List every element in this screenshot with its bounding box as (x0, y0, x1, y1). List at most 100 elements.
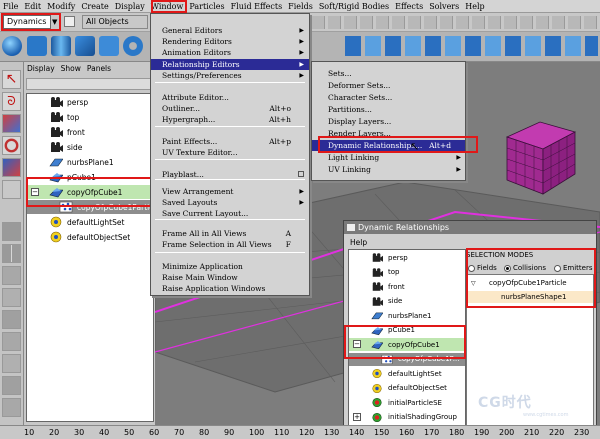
window-menu-item[interactable]: UV Texture Editor... (151, 147, 309, 158)
menu-edit[interactable]: Edit (21, 2, 44, 11)
outliner-row[interactable]: pCube1 (27, 170, 154, 184)
relationship-menu-item[interactable]: Character Sets... (312, 92, 465, 103)
file-icon[interactable] (64, 16, 75, 27)
outliner-row[interactable]: defaultObjectSet (27, 230, 154, 244)
outliner-filter-field[interactable] (26, 78, 154, 90)
tree-expander-icon[interactable]: ▽ (471, 280, 479, 287)
collapse-icon[interactable]: − (353, 340, 361, 348)
relationship-menu-item[interactable]: Light Linking ▶ (312, 152, 465, 163)
window-menu-item[interactable]: Animation Editors ▶ (151, 47, 309, 58)
window-menu-item[interactable]: Frame All in All Views A (151, 228, 309, 239)
scale-tool-icon[interactable] (2, 158, 21, 177)
relationship-menu-item[interactable]: Display Layers... (312, 116, 465, 127)
torus-icon[interactable] (123, 36, 143, 56)
dynamic-list-row[interactable]: defaultLightSet (349, 367, 465, 380)
window-menu-item[interactable]: Relationship Editors ▶ (151, 59, 309, 70)
menu-display[interactable]: Display (112, 2, 148, 11)
layout-graph-icon[interactable] (2, 288, 21, 307)
window-menu-item[interactable]: Saved Layouts ▶ (151, 197, 309, 208)
outliner-row[interactable]: copyOfpCube1Particle (27, 200, 160, 214)
outliner-menu-panels[interactable]: Panels (84, 64, 114, 76)
dynamic-list-row[interactable]: persp (349, 251, 465, 264)
menu-set-dropdown[interactable]: Dynamics (3, 15, 51, 29)
layout-outliner-icon[interactable] (2, 354, 21, 373)
outliner-row[interactable]: front (27, 125, 154, 139)
radio-collisions[interactable]: Collisions (504, 264, 546, 272)
outliner-row[interactable]: top (27, 110, 154, 124)
radio-emitters[interactable]: Emitters (554, 264, 593, 272)
relationship-menu-item[interactable]: Render Layers... (312, 128, 465, 139)
selection-mask-dropdown[interactable]: All Objects (82, 15, 148, 29)
tree-row-particle[interactable]: ▽ copyOfpCube1Particle (467, 277, 593, 289)
outliner-menu-display[interactable]: Display (24, 64, 58, 76)
window-menu-item[interactable]: Attribute Editor... (151, 92, 309, 103)
menu-window[interactable]: Window (148, 2, 187, 11)
outliner-menu-show[interactable]: Show (58, 64, 84, 76)
dynamic-list-row[interactable]: initialParticleSE (349, 396, 465, 409)
menu-solvers[interactable]: Solvers (426, 2, 462, 11)
option-box-icon[interactable] (298, 171, 304, 177)
dynamic-list-row[interactable]: + initialShadingGroup (349, 411, 465, 424)
relationship-menu-item[interactable]: UV Linking ▶ (312, 164, 465, 175)
layout-custom-icon[interactable] (2, 398, 21, 417)
outliner-row[interactable]: side (27, 140, 154, 154)
window-menu-item[interactable]: Save Current Layout... (151, 208, 309, 219)
window-menu-item[interactable]: Hypergraph... Alt+h (151, 114, 309, 125)
dynamic-window-titlebar[interactable]: Dynamic Relationships (344, 221, 596, 234)
window-menu-item[interactable]: View Arrangement ▶ (151, 186, 309, 197)
cone-icon[interactable] (75, 36, 95, 56)
layout-hypergraph-icon[interactable] (2, 332, 21, 351)
dynamic-list-row[interactable]: − copyOfpCube1 (349, 338, 465, 351)
window-menu-item[interactable]: Minimize Application (151, 261, 309, 272)
dynamic-list-row[interactable]: pCube1 (349, 324, 465, 337)
layout-persp-outliner-icon[interactable] (2, 266, 21, 285)
sphere-icon[interactable] (2, 36, 22, 56)
layout-single-icon[interactable] (2, 222, 21, 241)
dynamic-list-row[interactable]: defaultObjectSet (349, 382, 465, 395)
outliner-row[interactable]: persp (27, 95, 154, 109)
menu-fields[interactable]: Fields (285, 2, 316, 11)
dynamic-list-row[interactable]: side (349, 295, 465, 308)
rotate-tool-icon[interactable] (2, 136, 21, 155)
dynamic-list-row[interactable]: nurbsPlane1 (349, 309, 465, 322)
outliner-row[interactable]: nurbsPlane1 (27, 155, 154, 169)
move-tool-icon[interactable] (2, 114, 21, 133)
outliner-row[interactable]: − copyOfpCube1 (27, 185, 154, 199)
window-menu-item[interactable]: General Editors ▶ (151, 25, 309, 36)
menu-soft-rigid-bodies[interactable]: Soft/Rigid Bodies (316, 2, 392, 11)
window-menu-item[interactable]: Raise Main Window (151, 272, 309, 283)
menu-effects[interactable]: Effects (392, 2, 426, 11)
window-menu-item[interactable]: Rendering Editors ▶ (151, 36, 309, 47)
window-menu-item[interactable]: Paint Effects... Alt+p (151, 136, 309, 147)
window-menu-item[interactable]: Settings/Preferences ▶ (151, 70, 309, 81)
dynamic-window-help-menu[interactable]: Help (350, 238, 367, 247)
relationship-menu-item[interactable]: Partitions... (312, 104, 465, 115)
dynamic-list-row[interactable]: copyOfpCube1P... (349, 352, 465, 366)
menu-file[interactable]: File (0, 2, 21, 11)
relationship-menu-item[interactable]: Sets... (312, 68, 465, 79)
radio-fields[interactable]: Fields (468, 264, 497, 272)
layout-render-icon[interactable] (2, 376, 21, 395)
outliner-row[interactable]: defaultLightSet (27, 215, 154, 229)
manipulator-tool-icon[interactable] (2, 180, 21, 199)
menu-modify[interactable]: Modify (44, 2, 78, 11)
time-slider[interactable]: 10 20 30 40 50 60 70 80 90 100 110 120 130 140 150 160 1… (0, 425, 600, 439)
menu-help[interactable]: Help (462, 2, 487, 11)
select-tool-icon[interactable]: ↖ (2, 70, 21, 89)
menu-particles[interactable]: Particles (186, 2, 227, 11)
window-menu-item[interactable]: Frame Selection in All Views F (151, 239, 309, 250)
cube-icon[interactable] (27, 36, 47, 56)
chevron-down-icon[interactable]: ▼ (52, 18, 57, 26)
menu-fluid-effects[interactable]: Fluid Effects (228, 2, 286, 11)
relationship-menu-item[interactable]: Dynamic Relationships... Alt+d (312, 140, 465, 151)
layout-four-icon[interactable] (2, 244, 21, 263)
tree-row-nurbs-shape[interactable]: nurbsPlaneShape1 (467, 291, 593, 303)
cylinder-icon[interactable] (51, 36, 71, 56)
expand-icon[interactable]: + (353, 412, 361, 421)
dynamic-list-row[interactable]: top (349, 266, 465, 279)
collapse-icon[interactable]: − (31, 188, 39, 196)
relationship-menu-item[interactable]: Deformer Sets... (312, 80, 465, 91)
menu-create[interactable]: Create (78, 2, 111, 11)
dynamic-list-row[interactable]: front (349, 280, 465, 293)
lasso-tool-icon[interactable]: ᘐ (2, 92, 21, 111)
